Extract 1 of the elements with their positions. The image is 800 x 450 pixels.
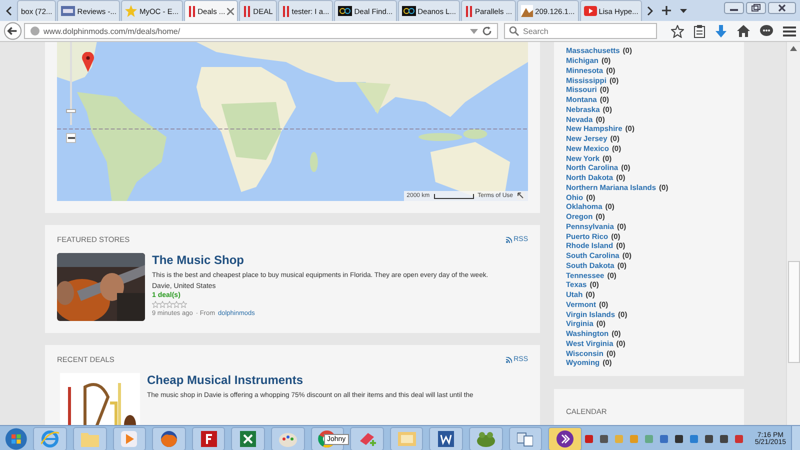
url-text: www.dolphinmods.com/m/deals/home/ [44,26,182,36]
